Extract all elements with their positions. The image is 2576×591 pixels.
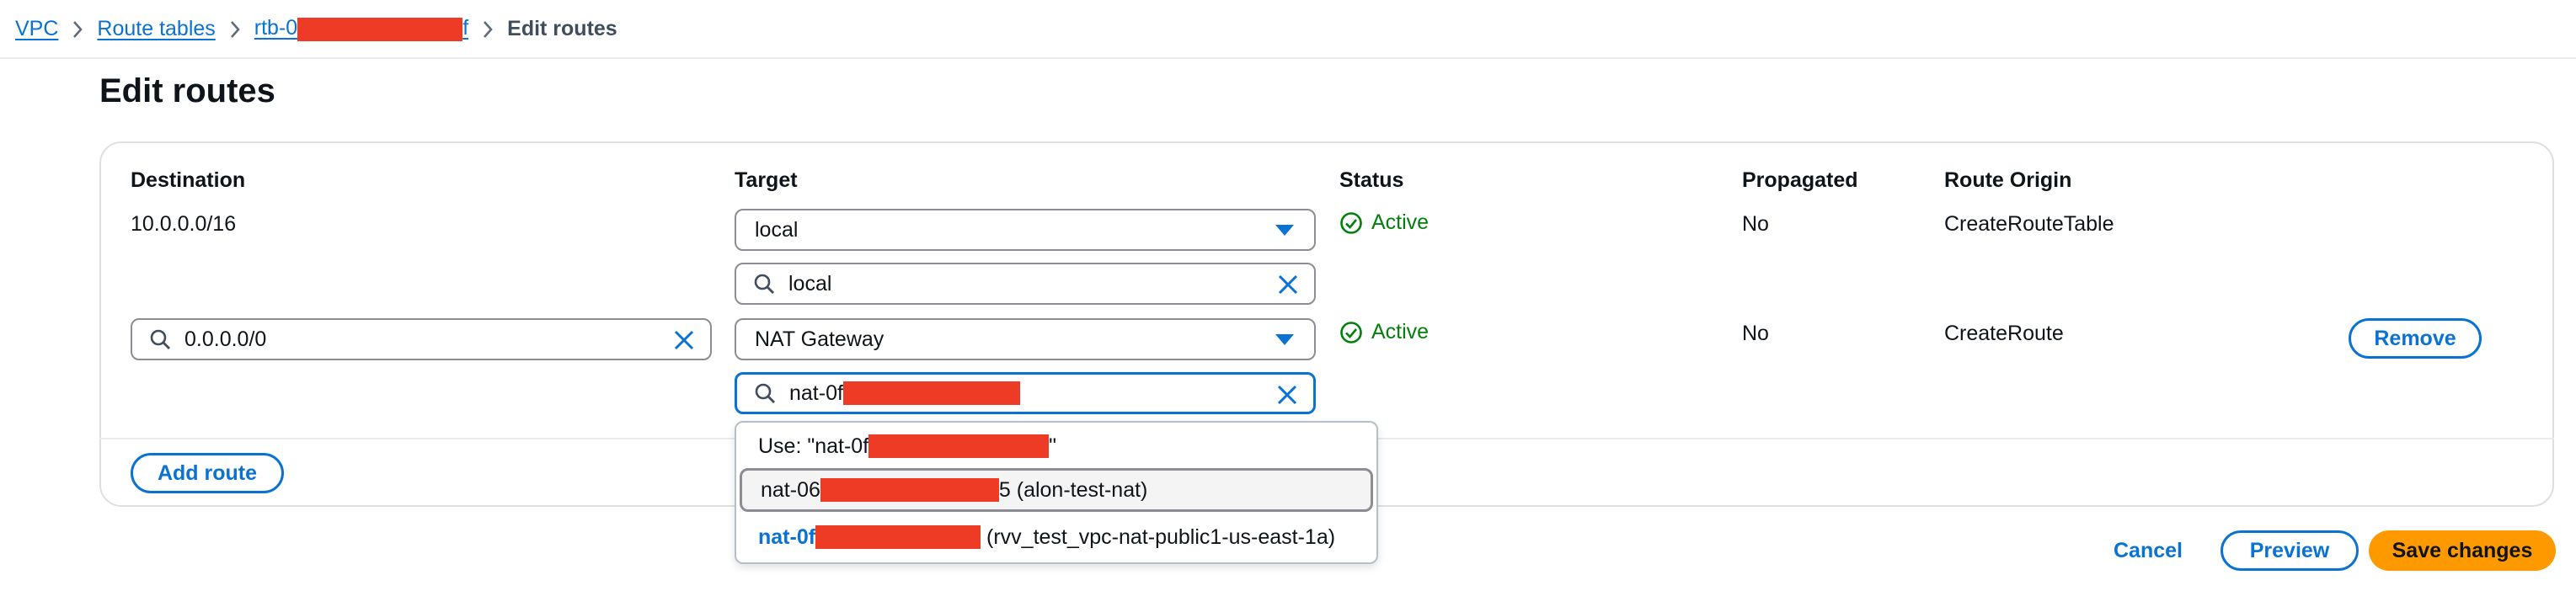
route-2-target-search-input[interactable]: nat-0f bbox=[735, 372, 1316, 414]
redaction-bar bbox=[815, 525, 981, 549]
breadcrumb: VPC Route tables rtb-0 f Edit routes bbox=[15, 12, 617, 45]
chevron-right-icon bbox=[216, 17, 254, 41]
breadcrumb-route-table-id-link[interactable]: rtb-0 f bbox=[254, 16, 469, 41]
redaction-bar bbox=[820, 478, 999, 502]
caret-down-icon bbox=[1275, 334, 1294, 345]
search-icon bbox=[755, 383, 775, 403]
column-header-propagated: Propagated bbox=[1742, 168, 1858, 192]
route-1-target-search-value: local bbox=[788, 271, 832, 296]
add-route-button[interactable]: Add route bbox=[131, 453, 284, 493]
route-table-id-suffix: f bbox=[462, 16, 469, 40]
column-header-destination: Destination bbox=[131, 168, 246, 192]
route-1-status-text: Active bbox=[1371, 210, 1430, 234]
route-2-status-text: Active bbox=[1371, 320, 1430, 343]
redaction-bar bbox=[842, 381, 1020, 405]
route-1-target-type-value: local bbox=[755, 217, 799, 242]
search-icon bbox=[150, 329, 170, 349]
column-header-target: Target bbox=[735, 168, 798, 192]
route-2-status: Active bbox=[1339, 320, 1429, 344]
breadcrumb-vpc-link[interactable]: VPC bbox=[15, 17, 58, 41]
chevron-right-icon bbox=[58, 17, 97, 41]
preview-button[interactable]: Preview bbox=[2221, 530, 2359, 571]
route-2-target-type-value: NAT Gateway bbox=[755, 327, 884, 351]
check-circle-icon bbox=[1340, 321, 1362, 343]
dropdown-option-nat-gateway[interactable]: nat-06 5 (alon-test-nat) bbox=[740, 468, 1373, 512]
option-name: (rvv_test_vpc-nat-public1-us-east-1a) bbox=[986, 524, 1336, 549]
column-header-route-origin: Route Origin bbox=[1944, 168, 2072, 192]
chevron-right-icon bbox=[468, 17, 507, 41]
route-1-status: Active bbox=[1339, 210, 1429, 235]
check-circle-icon bbox=[1340, 211, 1362, 234]
edit-routes-page: VPC Route tables rtb-0 f Edit routes Edit… bbox=[0, 0, 2576, 591]
route-2-origin: CreateRoute bbox=[1944, 322, 2064, 345]
page-title: Edit routes bbox=[99, 72, 275, 109]
route-1-target-type-select[interactable]: local bbox=[735, 209, 1316, 251]
search-icon bbox=[754, 274, 774, 294]
cancel-button[interactable]: Cancel bbox=[2098, 530, 2199, 571]
save-changes-button[interactable]: Save changes bbox=[2369, 530, 2556, 571]
clear-icon[interactable] bbox=[1277, 274, 1299, 296]
route-2-destination-input[interactable]: 0.0.0.0/0 bbox=[131, 318, 712, 360]
redaction-bar bbox=[868, 434, 1050, 458]
header-divider bbox=[0, 57, 2576, 59]
route-2-destination-value: 0.0.0.0/0 bbox=[184, 327, 267, 351]
route-1-propagated: No bbox=[1742, 212, 1769, 236]
option-id-suffix: 5 bbox=[998, 477, 1011, 502]
breadcrumb-route-tables-link[interactable]: Route tables bbox=[97, 17, 215, 41]
option-id-prefix: nat-0f bbox=[758, 524, 816, 549]
column-header-status: Status bbox=[1339, 168, 1404, 192]
use-typed-suffix: " bbox=[1049, 434, 1057, 458]
route-1-destination: 10.0.0.0/16 bbox=[131, 212, 237, 236]
route-table-id-prefix: rtb-0 bbox=[254, 16, 298, 40]
option-id-prefix: nat-06 bbox=[761, 477, 820, 502]
breadcrumb-current: Edit routes bbox=[507, 16, 617, 40]
route-1-target-search-input[interactable]: local bbox=[735, 263, 1316, 305]
clear-icon[interactable] bbox=[1276, 384, 1298, 406]
remove-route-button[interactable]: Remove bbox=[2349, 318, 2482, 359]
route-2-target-type-select[interactable]: NAT Gateway bbox=[735, 318, 1316, 360]
use-typed-prefix: Use: "nat-0f bbox=[758, 434, 869, 458]
clear-icon[interactable] bbox=[673, 329, 695, 351]
option-name: (alon-test-nat) bbox=[1016, 477, 1148, 502]
route-2-target-search-value: nat-0f bbox=[789, 381, 843, 405]
target-options-dropdown: Use: "nat-0f " nat-06 5 (alon-test-nat) na… bbox=[735, 421, 1378, 564]
redaction-bar bbox=[297, 17, 463, 41]
dropdown-option-nat-gateway[interactable]: nat-0f (rvv_test_vpc-nat-public1-us-east… bbox=[740, 515, 1373, 559]
dropdown-option-use-typed[interactable]: Use: "nat-0f " bbox=[740, 424, 1373, 468]
route-2-propagated: No bbox=[1742, 322, 1769, 345]
route-1-origin: CreateRouteTable bbox=[1944, 212, 2114, 236]
caret-down-icon bbox=[1275, 225, 1294, 236]
